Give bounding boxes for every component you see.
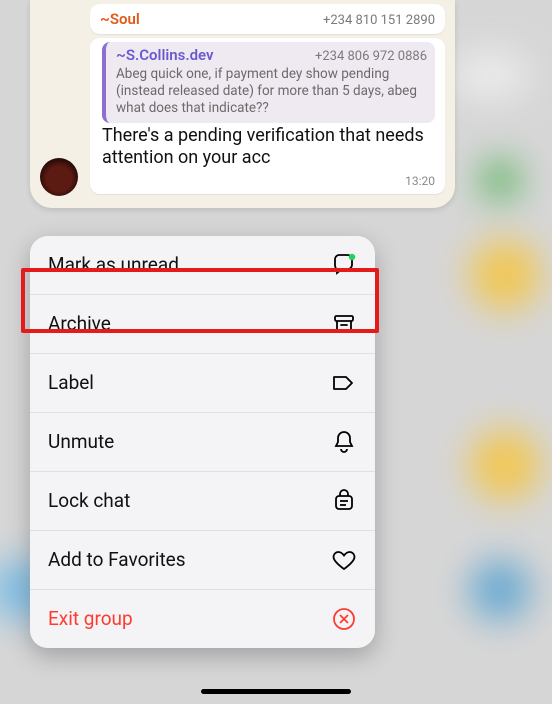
message-time: 13:20	[405, 174, 435, 188]
menu-item-label: Lock chat	[48, 489, 331, 512]
menu-archive[interactable]: Archive	[30, 295, 375, 354]
menu-exit-group[interactable]: Exit group	[30, 590, 375, 648]
heart-icon	[331, 547, 357, 573]
contact-name: ~Soul	[100, 10, 140, 28]
menu-mark-as-unread[interactable]: Mark as unread	[30, 236, 375, 295]
message-bubble: ~S.Collins.dev +234 806 972 0886 Abeg qu…	[90, 38, 445, 194]
lock-chat-icon	[331, 488, 357, 514]
menu-label[interactable]: Label	[30, 354, 375, 413]
home-indicator	[201, 689, 351, 694]
menu-unmute[interactable]: Unmute	[30, 413, 375, 472]
quoted-contact-row: ~Soul +234 810 151 2890	[90, 4, 445, 34]
chat-bubble-icon	[331, 252, 357, 278]
menu-item-label: Add to Favorites	[48, 548, 331, 571]
context-menu: Mark as unread Archive Label Unmute Lock	[30, 236, 375, 648]
tag-icon	[331, 370, 357, 396]
menu-item-label: Label	[48, 371, 331, 394]
quoted-message: ~S.Collins.dev +234 806 972 0886 Abeg qu…	[102, 42, 435, 123]
menu-item-label: Mark as unread	[48, 253, 331, 276]
menu-add-to-favorites[interactable]: Add to Favorites	[30, 531, 375, 590]
quoted-contact-phone: +234 806 972 0886	[315, 49, 427, 64]
quoted-text: Abeg quick one, if payment dey show pend…	[116, 66, 427, 117]
quoted-contact-name: ~S.Collins.dev	[116, 46, 214, 64]
archive-box-icon	[331, 311, 357, 337]
menu-item-label: Exit group	[48, 607, 331, 630]
menu-item-label: Archive	[48, 312, 331, 335]
bell-icon	[331, 429, 357, 455]
avatar	[40, 158, 78, 196]
message-text: There's a pending verification that need…	[102, 125, 435, 170]
close-circle-icon	[331, 606, 357, 632]
menu-lock-chat[interactable]: Lock chat	[30, 472, 375, 531]
chat-preview-card[interactable]: ~Soul +234 810 151 2890 ~S.Collins.dev +…	[30, 0, 455, 208]
menu-item-label: Unmute	[48, 430, 331, 453]
contact-phone: +234 810 151 2890	[323, 13, 435, 28]
